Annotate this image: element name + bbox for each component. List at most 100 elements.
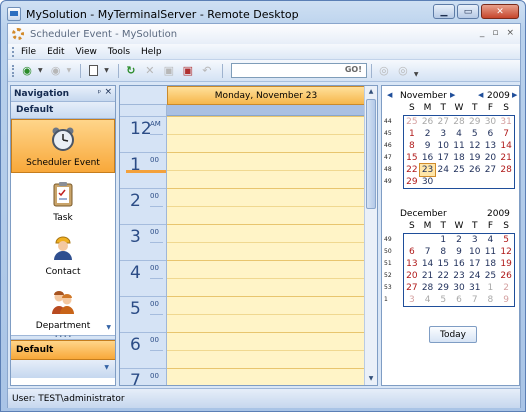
calendar-day[interactable]: 26 <box>498 270 514 282</box>
calendar-day[interactable]: 27 <box>435 116 451 128</box>
calendar-day[interactable]: 19 <box>467 152 483 164</box>
calendar-day[interactable]: 7 <box>467 294 483 306</box>
calendar-day[interactable]: 13 <box>404 258 420 270</box>
week-number[interactable]: 52 <box>384 270 400 282</box>
today-button[interactable]: Today <box>429 326 477 343</box>
next-year-button[interactable]: ▶ <box>512 91 517 99</box>
save-button[interactable]: ▣ <box>161 63 177 79</box>
forward-dropdown-icon[interactable]: ▼ <box>67 67 72 74</box>
calendar-day[interactable]: 4 <box>483 234 499 246</box>
menu-tools[interactable]: Tools <box>108 47 130 57</box>
calendar-day[interactable]: 6 <box>404 246 420 258</box>
calendar-day[interactable]: 31 <box>498 116 514 128</box>
calendar-day[interactable]: 31 <box>467 282 483 294</box>
calendar-day[interactable]: 9 <box>420 140 436 152</box>
time-slot[interactable] <box>167 278 365 296</box>
calendar-day[interactable]: 1 <box>435 234 451 246</box>
calendar-day[interactable]: 3 <box>404 294 420 306</box>
calendar-day[interactable]: 4 <box>420 294 436 306</box>
calendar-day[interactable]: 1 <box>483 282 499 294</box>
calendar-day[interactable]: 5 <box>435 294 451 306</box>
time-slot[interactable] <box>167 116 365 134</box>
calendar-day-today[interactable]: 23 <box>418 163 437 177</box>
calendar-day[interactable]: 7 <box>420 246 436 258</box>
calendar-day[interactable]: 2 <box>498 282 514 294</box>
calendar-day[interactable]: 19 <box>498 258 514 270</box>
time-slot[interactable] <box>167 224 365 242</box>
calendar-day[interactable]: 25 <box>451 164 467 176</box>
calendar-day[interactable]: 22 <box>404 164 420 176</box>
nav-scroll-down-icon[interactable]: ▼ <box>106 324 111 331</box>
menu-help[interactable]: Help <box>141 47 162 57</box>
time-slot[interactable] <box>167 242 365 260</box>
calendar-day[interactable]: 21 <box>420 270 436 282</box>
scroll-thumb[interactable] <box>366 99 376 209</box>
calendar-day[interactable]: 26 <box>467 164 483 176</box>
calendar-day[interactable]: 18 <box>483 258 499 270</box>
calendar-day[interactable]: 11 <box>483 246 499 258</box>
week-number[interactable]: 50 <box>384 246 400 258</box>
week-number[interactable]: 44 <box>384 116 400 128</box>
search-go-button[interactable]: GO! <box>345 65 362 74</box>
calendar-day[interactable]: 12 <box>467 140 483 152</box>
calendar-day[interactable]: 15 <box>404 152 420 164</box>
time-slot[interactable] <box>167 350 365 368</box>
day-header[interactable]: Monday, November 23 <box>167 86 365 105</box>
back-button[interactable]: ◉ <box>19 63 35 79</box>
week-number[interactable]: 1 <box>384 294 400 306</box>
calendar-day[interactable]: 3 <box>467 234 483 246</box>
nav-item-department[interactable]: Department ▼ <box>11 281 115 335</box>
calendar-day[interactable]: 16 <box>420 152 436 164</box>
app-minimize-button[interactable]: _ <box>480 28 485 38</box>
calendar-day[interactable]: 2 <box>451 234 467 246</box>
calendar-day[interactable]: 1 <box>404 128 420 140</box>
week-number[interactable]: 49 <box>384 234 400 246</box>
calendar-day[interactable]: 26 <box>420 116 436 128</box>
calendar-day[interactable]: 8 <box>435 246 451 258</box>
calendar-day[interactable]: 14 <box>498 140 514 152</box>
menu-file[interactable]: File <box>21 47 36 57</box>
time-slot[interactable] <box>167 170 365 188</box>
time-slot[interactable] <box>167 296 365 314</box>
time-slot[interactable] <box>167 134 365 152</box>
back-dropdown-icon[interactable]: ▼ <box>38 67 43 74</box>
all-day-area[interactable] <box>167 105 365 116</box>
delete-button[interactable]: ✕ <box>142 63 158 79</box>
calendar-day[interactable]: 27 <box>483 164 499 176</box>
new-button[interactable] <box>85 63 101 79</box>
minimize-button[interactable]: ▁ <box>433 4 455 19</box>
day-view-scrollbar[interactable]: ▲ ▼ <box>364 86 377 385</box>
time-slot[interactable] <box>167 260 365 278</box>
toolbar-overflow-icon[interactable]: ▼ <box>414 71 419 78</box>
time-slot[interactable] <box>167 206 365 224</box>
prev-month-button[interactable]: ◀ <box>387 91 392 99</box>
nav-footer-menu-icon[interactable]: ▼ <box>104 364 109 371</box>
calendar-day[interactable]: 28 <box>420 282 436 294</box>
search-input[interactable]: GO! <box>230 63 367 78</box>
calendar-day[interactable]: 2 <box>420 128 436 140</box>
time-slot[interactable] <box>167 332 365 350</box>
calendar-day[interactable]: 23 <box>451 270 467 282</box>
calendar-day[interactable]: 15 <box>435 258 451 270</box>
nav-item-contact[interactable]: Contact <box>11 227 115 281</box>
calendar-day[interactable]: 14 <box>420 258 436 270</box>
time-slot[interactable] <box>167 368 365 385</box>
time-slots[interactable] <box>167 116 365 385</box>
app-restore-button[interactable]: ▫ <box>492 28 498 38</box>
calendar-day[interactable]: 17 <box>435 152 451 164</box>
close-window-button[interactable]: ✕ <box>481 4 519 19</box>
navigation-group-default[interactable]: Default <box>11 101 115 119</box>
week-number[interactable]: 51 <box>384 258 400 270</box>
forward-button[interactable]: ◉ <box>48 63 64 79</box>
navigation-group-default-bottom[interactable]: Default <box>11 340 115 360</box>
calendar-day[interactable]: 11 <box>451 140 467 152</box>
calendar-day[interactable]: 20 <box>404 270 420 282</box>
save-and-close-button[interactable]: ▣ <box>180 63 196 79</box>
scroll-up-icon[interactable]: ▲ <box>365 86 377 98</box>
calendar-day[interactable]: 12 <box>498 246 514 258</box>
nav-item-task[interactable]: Task <box>11 173 115 227</box>
calendar-day[interactable]: 30 <box>420 176 436 188</box>
calendar-day[interactable]: 10 <box>467 246 483 258</box>
calendar-day[interactable]: 6 <box>451 294 467 306</box>
calendar-day[interactable]: 28 <box>451 116 467 128</box>
